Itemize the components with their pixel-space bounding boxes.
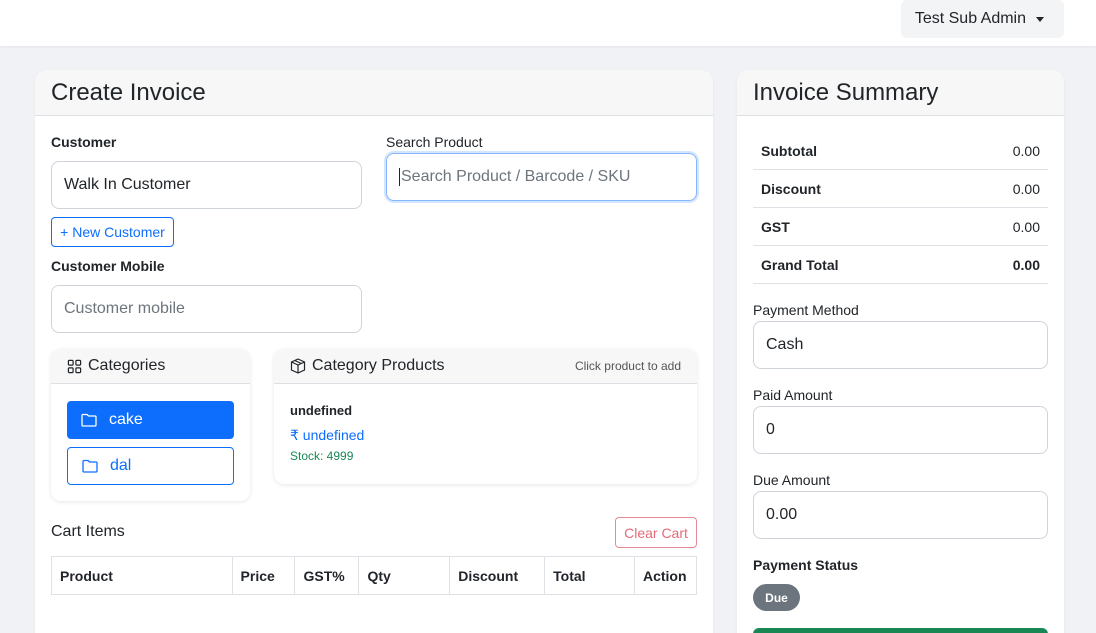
box-icon xyxy=(290,358,306,374)
paid-amount-label: Paid Amount xyxy=(753,387,833,403)
category-products-card: Category Products Click product to add u… xyxy=(274,349,697,484)
summary-value: 0.00 xyxy=(1012,218,1040,235)
summary-value: 0.00 xyxy=(1012,256,1040,273)
summary-row-discount: Discount 0.00 xyxy=(753,170,1048,208)
product-item[interactable]: undefined ₹ undefined Stock: 4999 xyxy=(290,403,680,467)
create-invoice-card: Create Invoice Customer Walk In Customer… xyxy=(35,70,713,633)
summary-label: Discount xyxy=(761,180,821,197)
grid-icon xyxy=(67,359,82,373)
invoice-summary-title: Invoice Summary xyxy=(737,70,1064,116)
categories-title: Categories xyxy=(88,357,166,374)
product-name: undefined xyxy=(290,403,353,418)
category-item-dal[interactable]: dal xyxy=(67,447,234,485)
folder-icon xyxy=(82,459,98,473)
click-product-hint: Click product to add xyxy=(574,359,681,373)
invoice-summary-card: Invoice Summary Subtotal 0.00 Discount 0… xyxy=(737,70,1064,633)
customer-value: Walk In Customer xyxy=(64,176,191,193)
customer-mobile-placeholder: Customer mobile xyxy=(64,300,185,317)
categories-header: Categories xyxy=(51,349,250,384)
clear-cart-button[interactable]: Clear Cart xyxy=(615,517,697,548)
payment-status-label: Payment Status xyxy=(753,557,859,573)
due-amount-label: Due Amount xyxy=(753,472,831,488)
column-action: Action xyxy=(633,556,698,595)
column-gst: GST% xyxy=(294,556,360,595)
product-price: ₹ undefined xyxy=(290,427,365,443)
customer-mobile-label: Customer Mobile xyxy=(51,258,165,274)
summary-row-grand-total: Grand Total 0.00 xyxy=(753,246,1048,284)
cart-table: Product Price GST% Qty Discount Total Ac… xyxy=(51,556,698,595)
summary-label: Subtotal xyxy=(761,142,817,159)
category-products-heading: Category Products xyxy=(290,357,445,375)
cart-table-header: Product Price GST% Qty Discount Total Ac… xyxy=(51,556,698,595)
summary-label: GST xyxy=(761,218,790,235)
payment-method-value: Cash xyxy=(766,336,804,353)
summary-value: 0.00 xyxy=(1012,180,1040,197)
customer-label: Customer xyxy=(51,134,117,150)
paid-amount-value: 0 xyxy=(766,421,775,438)
categories-card: Categories cake dal xyxy=(51,349,250,501)
column-total: Total xyxy=(544,556,635,595)
create-invoice-title: Create Invoice xyxy=(35,70,713,116)
column-price: Price xyxy=(231,556,296,595)
paid-amount-input[interactable]: 0 xyxy=(753,406,1048,454)
user-menu-dropdown[interactable]: Test Sub Admin xyxy=(900,0,1064,38)
payment-method-label: Payment Method xyxy=(753,302,859,318)
payment-method-select[interactable]: Cash xyxy=(753,321,1048,369)
summary-row-gst: GST 0.00 xyxy=(753,208,1048,246)
search-product-label: Search Product xyxy=(386,134,483,150)
summary-value: 0.00 xyxy=(1012,142,1040,159)
caret-down-icon xyxy=(1036,16,1044,22)
category-item-cake[interactable]: cake xyxy=(67,401,234,439)
customer-select[interactable]: Walk In Customer xyxy=(51,161,362,209)
search-product-input[interactable]: Search Product / Barcode / SKU xyxy=(386,153,697,201)
search-product-placeholder: Search Product / Barcode / SKU xyxy=(401,168,631,185)
category-label: dal xyxy=(110,457,132,474)
save-invoice-button[interactable] xyxy=(753,628,1048,633)
due-amount-input[interactable]: 0.00 xyxy=(753,491,1048,539)
summary-label: Grand Total xyxy=(761,256,839,273)
column-qty: Qty xyxy=(358,556,451,595)
folder-icon xyxy=(81,413,97,427)
column-discount: Discount xyxy=(449,556,546,595)
customer-mobile-input[interactable]: Customer mobile xyxy=(51,285,362,333)
top-navbar: Test Sub Admin xyxy=(0,0,1096,46)
due-amount-value: 0.00 xyxy=(766,506,798,523)
summary-row-subtotal: Subtotal 0.00 xyxy=(753,132,1048,170)
text-cursor xyxy=(399,168,400,186)
column-product: Product xyxy=(51,556,233,595)
category-products-header: Category Products Click product to add xyxy=(274,349,697,384)
user-name: Test Sub Admin xyxy=(914,10,1026,27)
new-customer-button[interactable]: + New Customer xyxy=(51,217,174,247)
product-stock: Stock: 4999 xyxy=(290,449,354,463)
category-label: cake xyxy=(109,411,143,428)
cart-items-title: Cart Items xyxy=(51,523,125,540)
category-products-title: Category Products xyxy=(312,357,445,374)
payment-status-badge: Due xyxy=(753,584,800,611)
